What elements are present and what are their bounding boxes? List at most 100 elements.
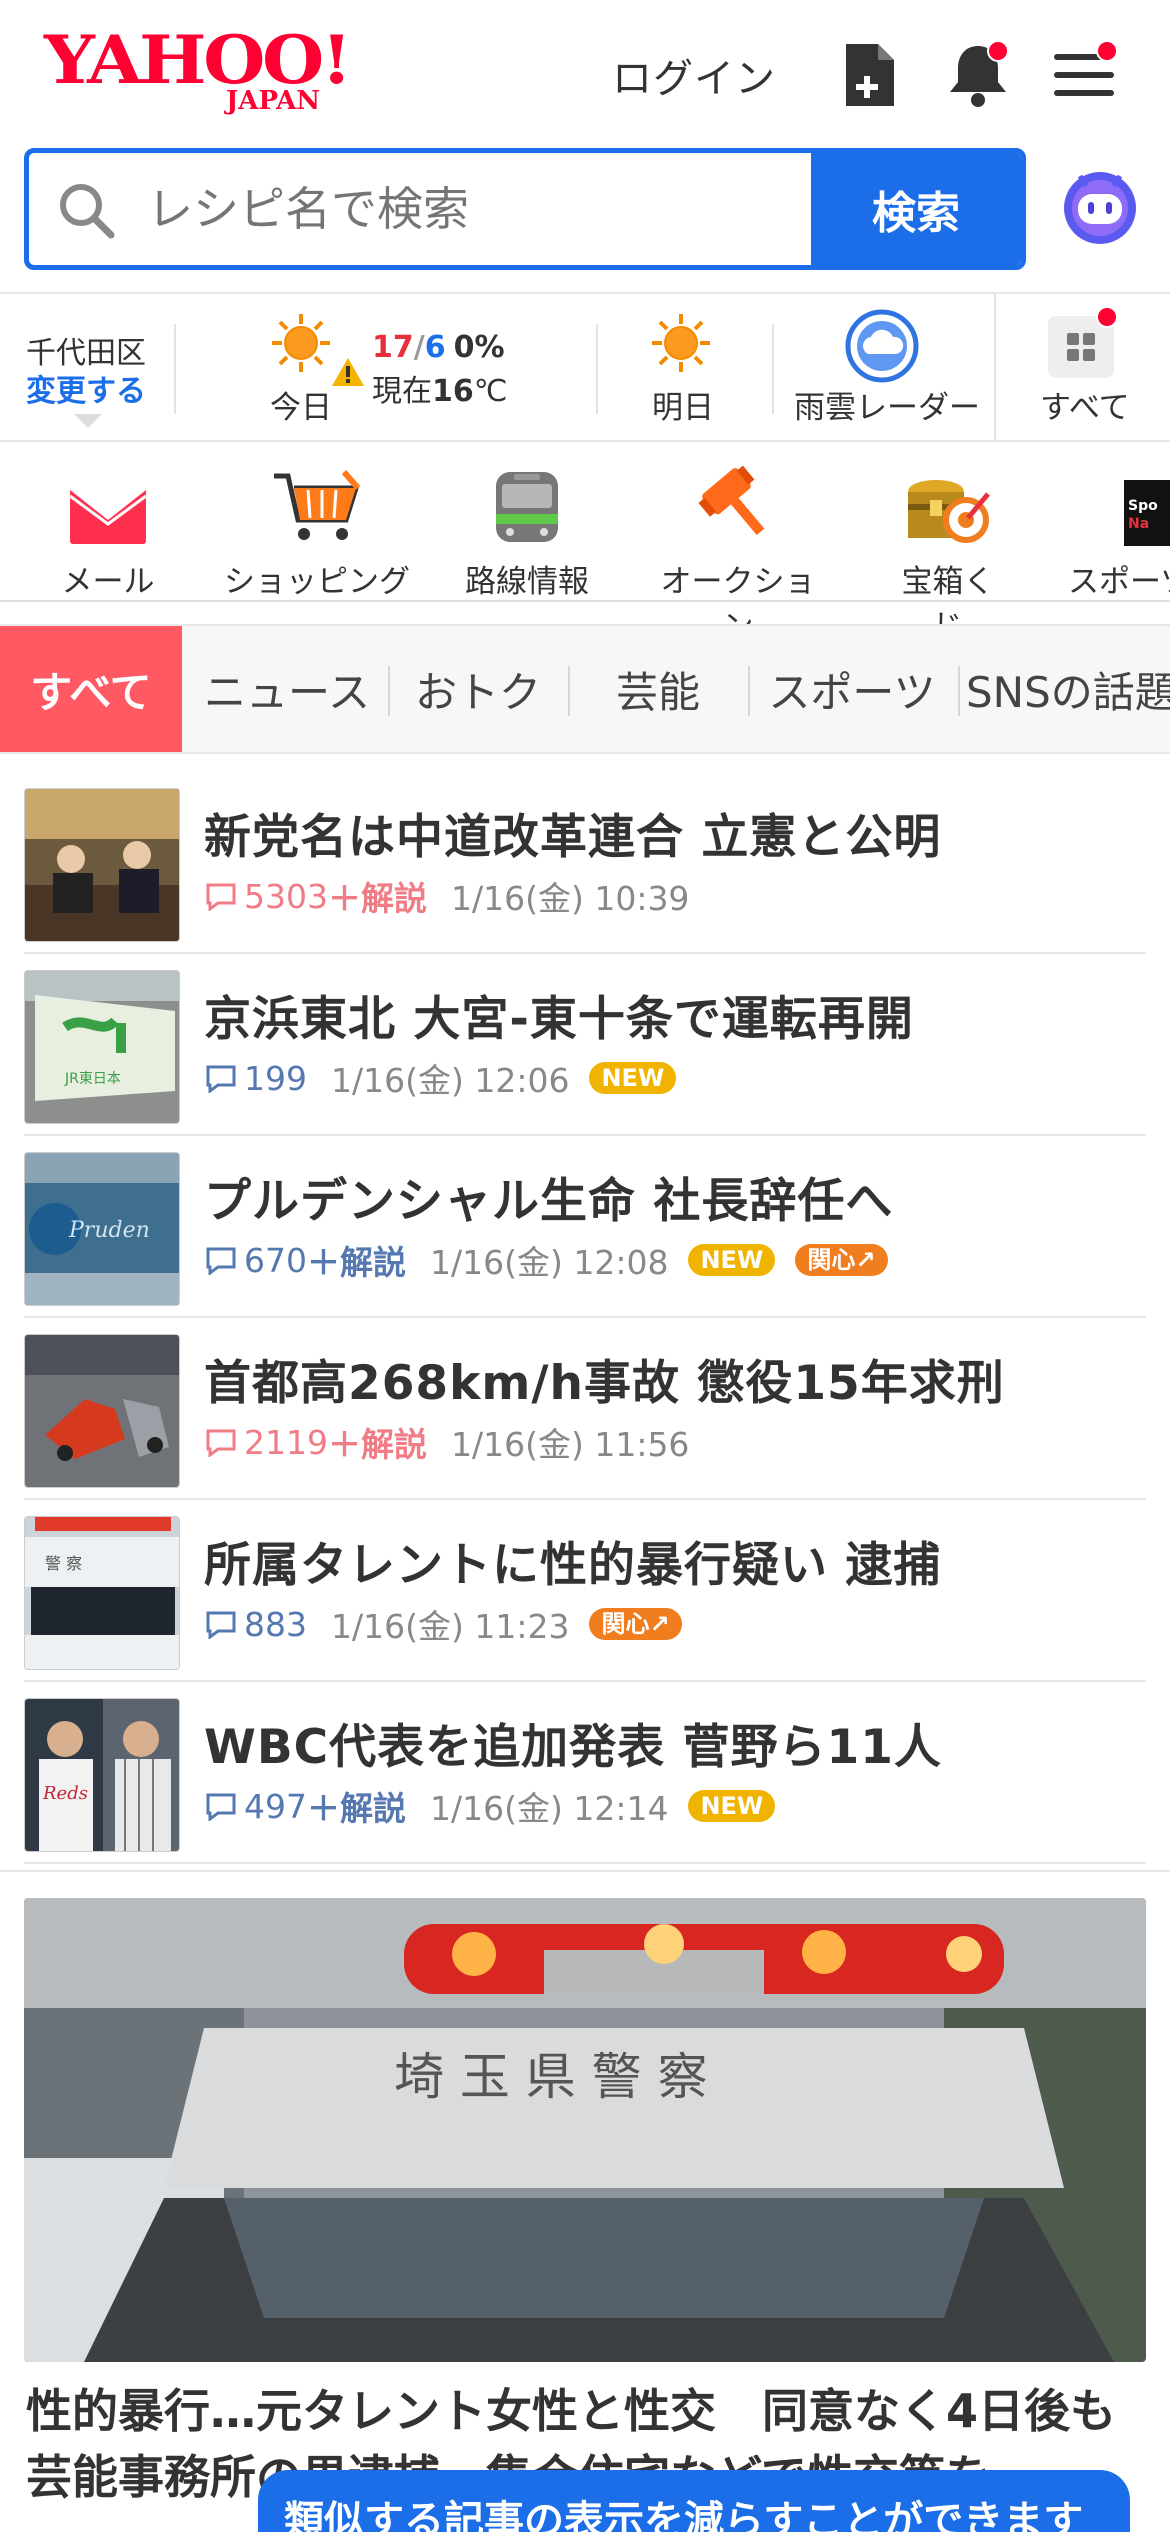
news-item[interactable]: Pruden プルデンシャル生命 社長辞任へ 670 ＋解説 1/16(金) 12… [24,1136,1146,1318]
mail-icon [58,464,158,546]
car-text: 埼 玉 県 警 察 [394,2048,708,2106]
menu-hamburger-icon[interactable] [1052,40,1118,104]
news-thumbnail: Pruden [24,1152,180,1306]
tomorrow-label[interactable]: 明日 [652,382,714,427]
rain-radar-label[interactable]: 雨雲レーダー [794,382,980,427]
temp-slash: / [413,330,425,365]
service-shortcuts: メール ショッピング 路線情報 オークション 宝箱くじ Spo Na スポーツ [0,442,1170,645]
comment-number: 2119 [244,1422,328,1462]
search-box: 検索 [24,148,1026,270]
svg-text:JR東日本: JR東日本 [64,1071,121,1087]
tab-sports[interactable]: スポーツ [752,626,952,752]
current-temp-value: 16 [432,374,474,409]
interest-rising-badge: 関心↗ [589,1608,682,1640]
kaisetsu-label: ＋解説 [327,1425,427,1464]
news-item[interactable]: 新党名は中道改革連合 立憲と公明 5303 ＋解説 1/16(金) 10:39 [24,772,1146,954]
auction-hammer-icon [646,464,830,546]
tab-all[interactable]: すべて [0,626,182,752]
today-label: 今日 [270,390,332,426]
service-label: 路線情報 [465,564,589,600]
svg-text:Spo: Spo [1128,498,1158,514]
yahoo-japan-logo[interactable]: YAHOO! JAPAN [44,27,364,116]
svg-text:Reds: Reds [42,1783,88,1804]
kaisetsu-label: ＋解説 [327,879,427,918]
big-article-image[interactable]: 埼 玉 県 警 察 [24,1898,1146,2362]
kaisetsu-label: ＋解説 [307,1789,406,1828]
sun-today-icon [270,312,332,378]
service-transit[interactable]: 路線情報 [462,464,592,601]
news-title: 首都高268km/h事故 懲役15年求刑 [204,1356,1005,1411]
current-prefix: 現在 [372,374,432,409]
all-label[interactable]: すべて [1040,382,1130,427]
news-item[interactable]: Reds WBC代表を追加発表 菅野ら11人 497 ＋解説 1/16(金) 12… [24,1682,1146,1864]
news-item[interactable]: JR東日本 京浜東北 大宮-東十条で運転再開 199 1/16(金) 12:06… [24,954,1146,1136]
comment-icon [206,1065,236,1093]
low-temp: 6 [424,330,446,365]
tab-news[interactable]: ニュース [192,626,382,752]
interest-rising-badge: 関心↗ [795,1244,888,1276]
cart-icon [222,464,412,546]
new-badge: NEW [688,1790,776,1822]
service-treasure[interactable]: 宝箱くじ [888,464,1008,646]
high-temp: 17 [372,330,414,365]
search-button[interactable]: 検索 [811,153,1021,265]
tab-entertainment[interactable]: 芸能 [572,626,744,752]
news-time: 1/16(金) 10:39 [450,879,690,918]
sports-icon: Spo Na [1068,464,1170,546]
news-thumbnail: JR東日本 [24,970,180,1124]
news-time: 1/16(金) 12:06 [331,1061,570,1100]
news-meta: 199 1/16(金) 12:06 NEW [204,1054,677,1102]
warning-icon [330,356,366,392]
notification-bell-icon[interactable] [945,40,1011,110]
add-document-icon[interactable] [842,40,898,110]
news-thumbnail: 警 察 [24,1516,180,1670]
news-title: プルデンシャル生命 社長辞任へ [204,1174,894,1229]
service-label: ショッピング [224,564,410,600]
news-meta: 497 ＋解説 1/16(金) 12:14 NEW [204,1782,776,1830]
service-sports[interactable]: Spo Na スポーツ [1068,464,1170,601]
service-shopping[interactable]: ショッピング [222,464,412,601]
news-time: 1/16(金) 12:14 [430,1789,669,1828]
comment-icon [206,883,236,911]
news-thumbnail [24,788,180,942]
all-services-grid-icon[interactable] [1048,306,1118,378]
tab-deals[interactable]: おトク [392,626,564,752]
comment-number: 670 [244,1240,307,1280]
service-label: スポーツ [1068,564,1170,600]
news-title: 京浜東北 大宮-東十条で運転再開 [204,992,914,1047]
search-input[interactable] [147,153,827,265]
comment-count: 670 ＋解説 [204,1236,406,1284]
kaisetsu-label: ＋解説 [307,1243,406,1282]
news-thumbnail [24,1334,180,1488]
sun-tomorrow-icon [650,312,712,378]
service-mail[interactable]: メール [58,464,158,601]
treasure-box-icon [888,464,1008,546]
search-icon [57,181,117,241]
change-area-link[interactable]: 変更する [26,366,146,410]
tab-sns[interactable]: SNSの話題 [966,626,1170,752]
service-label: メール [61,564,155,600]
news-title: 所属タレントに性的暴行疑い 逮捕 [204,1538,942,1593]
toast-notification[interactable]: 類似する記事の表示を減らすことができます [258,2470,1130,2532]
news-meta: 670 ＋解説 1/16(金) 12:08 NEW 関心↗ [204,1236,888,1284]
ai-assistant-icon[interactable] [1058,164,1142,248]
current-temp-unit: ℃ [473,374,508,409]
comment-count: 883 [204,1605,307,1644]
category-tabs: すべて ニュース おトク 芸能 スポーツ SNSの話題 [0,624,1170,754]
comment-count: 199 [204,1059,307,1098]
svg-text:Na: Na [1128,516,1149,532]
news-thumbnail: Reds [24,1698,180,1852]
temperature-range: 17/6 0% [372,330,505,365]
rain-radar-icon [844,308,920,388]
comment-icon [206,1429,236,1457]
comment-count: 2119 ＋解説 [204,1418,427,1466]
service-auction[interactable]: オークション [646,464,830,646]
train-icon [462,464,592,546]
current-temperature: 現在16℃ [372,366,507,410]
news-meta: 883 1/16(金) 11:23 関心↗ [204,1600,682,1648]
news-item[interactable]: 警 察 所属タレントに性的暴行疑い 逮捕 883 1/16(金) 11:23 関… [24,1500,1146,1682]
comment-count: 497 ＋解説 [204,1782,406,1830]
news-item[interactable]: 首都高268km/h事故 懲役15年求刑 2119 ＋解説 1/16(金) 11:… [24,1318,1146,1500]
comment-icon [206,1611,236,1639]
login-link[interactable]: ログイン [612,46,776,104]
